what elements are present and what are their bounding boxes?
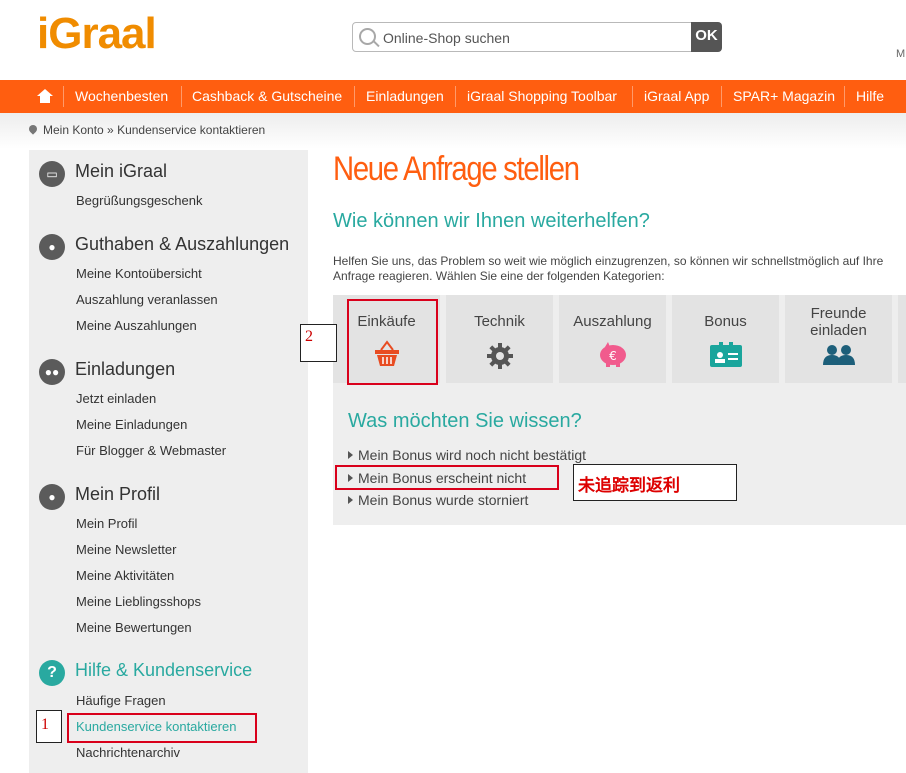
annotation-highlight-question [335,465,559,490]
bonus-card-icon [710,342,742,367]
search-icon [359,28,376,45]
nav-item-einladungen[interactable]: Einladungen [366,80,444,113]
nav-separator [181,86,182,107]
annotation-highlight-kundenservice [67,713,257,743]
users-icon: ●● [39,359,65,385]
page-title: Neue Anfrage stellen [333,150,580,188]
sidebar-section-title[interactable]: Guthaben & Auszahlungen [75,234,289,255]
nav-separator [632,86,633,107]
nav-item-hilfe[interactable]: Hilfe [856,80,884,113]
nav-separator [354,86,355,107]
header: iGraal Online-Shop suchen OK M [0,0,906,80]
nav-item-magazin[interactable]: SPAR+ Magazin [733,80,835,113]
category-label: Auszahlung [573,313,652,330]
nav-separator [844,86,845,107]
sidebar-item-auszahlung-veranlassen[interactable]: Auszahlung veranlassen [76,292,218,307]
nav-separator [721,86,722,107]
breadcrumb-account[interactable]: Mein Konto [43,123,104,137]
sidebar-item-nachrichtenarchiv[interactable]: Nachrichtenarchiv [76,745,180,760]
question-link-bestaetigt[interactable]: Mein Bonus wird noch nicht bestätigt [348,447,586,463]
category-label: Bonus [704,313,747,330]
search-input[interactable]: Online-Shop suchen [352,22,692,52]
sidebar-item-begruessung[interactable]: Begrüßungsgeschenk [76,193,202,208]
annotation-highlight-einkaeufe [347,299,438,385]
header-user-link[interactable]: M [896,48,905,60]
annotation-step-1: 1 [36,710,62,743]
sidebar-item-meine-einladungen[interactable]: Meine Einladungen [76,417,187,432]
category-freunde-einladen[interactable]: Freunde einladen [785,295,892,383]
sidebar-section-title[interactable]: Hilfe & Kundenservice [75,660,252,681]
breadcrumb-separator: » [107,123,114,137]
question-icon: ? [39,660,65,686]
nav-item-app[interactable]: iGraal App [644,80,709,113]
sidebar-section-title[interactable]: Mein Profil [75,484,160,505]
category-more[interactable] [898,295,906,383]
users-icon [823,345,855,365]
question-link-storniert[interactable]: Mein Bonus wurde storniert [348,492,528,508]
home-icon[interactable] [37,89,53,103]
sidebar-section-title[interactable]: Einladungen [75,359,175,380]
sidebar-item-jetzt-einladen[interactable]: Jetzt einladen [76,391,156,406]
nav-item-cashback[interactable]: Cashback & Gutscheine [192,80,342,113]
gear-icon [487,343,513,369]
search-bar: Online-Shop suchen OK [352,22,722,52]
piggy-bank-icon: ● [39,234,65,260]
id-card-icon: ▭ [39,161,65,187]
sidebar-item-mein-profil[interactable]: Mein Profil [76,516,137,531]
search-ok-button[interactable]: OK [691,22,722,52]
sidebar-item-lieblingsshops[interactable]: Meine Lieblingsshops [76,594,201,609]
nav-separator [63,86,64,107]
category-bonus[interactable]: Bonus [672,295,779,383]
user-icon: ● [39,484,65,510]
category-technik[interactable]: Technik [446,295,553,383]
sidebar: ▭ Mein iGraal Begrüßungsgeschenk ● Gutha… [29,150,308,773]
page-subtitle: Wie können wir Ihnen weiterhelfen? [333,210,650,232]
question-title: Was möchten Sie wissen? [348,410,582,432]
category-auszahlung[interactable]: Auszahlung € [559,295,666,383]
nav-item-toolbar[interactable]: iGraal Shopping Toolbar [467,80,617,113]
search-placeholder: Online-Shop suchen [383,30,510,46]
sidebar-item-kontouebersicht[interactable]: Meine Kontoübersicht [76,266,202,281]
sidebar-item-blogger[interactable]: Für Blogger & Webmaster [76,443,226,458]
sidebar-section-title[interactable]: Mein iGraal [75,161,167,182]
breadcrumb: Mein Konto » Kundenservice kontaktieren [27,123,266,137]
annotation-note: 未追踪到返利 [573,464,737,501]
sidebar-item-meine-auszahlungen[interactable]: Meine Auszahlungen [76,318,197,333]
sidebar-item-haeufige-fragen[interactable]: Häufige Fragen [76,693,166,708]
svg-text:€: € [609,349,617,363]
main-nav: Wochenbesten Cashback & Gutscheine Einla… [0,80,906,113]
intro-text: Helfen Sie uns, das Problem so weit wie … [333,254,884,283]
sidebar-item-bewertungen[interactable]: Meine Bewertungen [76,620,192,635]
location-pin-icon [27,123,39,135]
nav-item-wochenbesten[interactable]: Wochenbesten [75,80,168,113]
sidebar-item-newsletter[interactable]: Meine Newsletter [76,542,176,557]
category-label: Freunde einladen [810,305,867,339]
breadcrumb-current: Kundenservice kontaktieren [117,123,266,137]
category-label: Technik [474,313,525,330]
sidebar-item-aktivitaeten[interactable]: Meine Aktivitäten [76,568,174,583]
piggy-bank-euro-icon: € [600,342,626,367]
annotation-step-2: 2 [300,324,337,362]
igraal-logo[interactable]: iGraal [37,12,157,56]
nav-separator [455,86,456,107]
